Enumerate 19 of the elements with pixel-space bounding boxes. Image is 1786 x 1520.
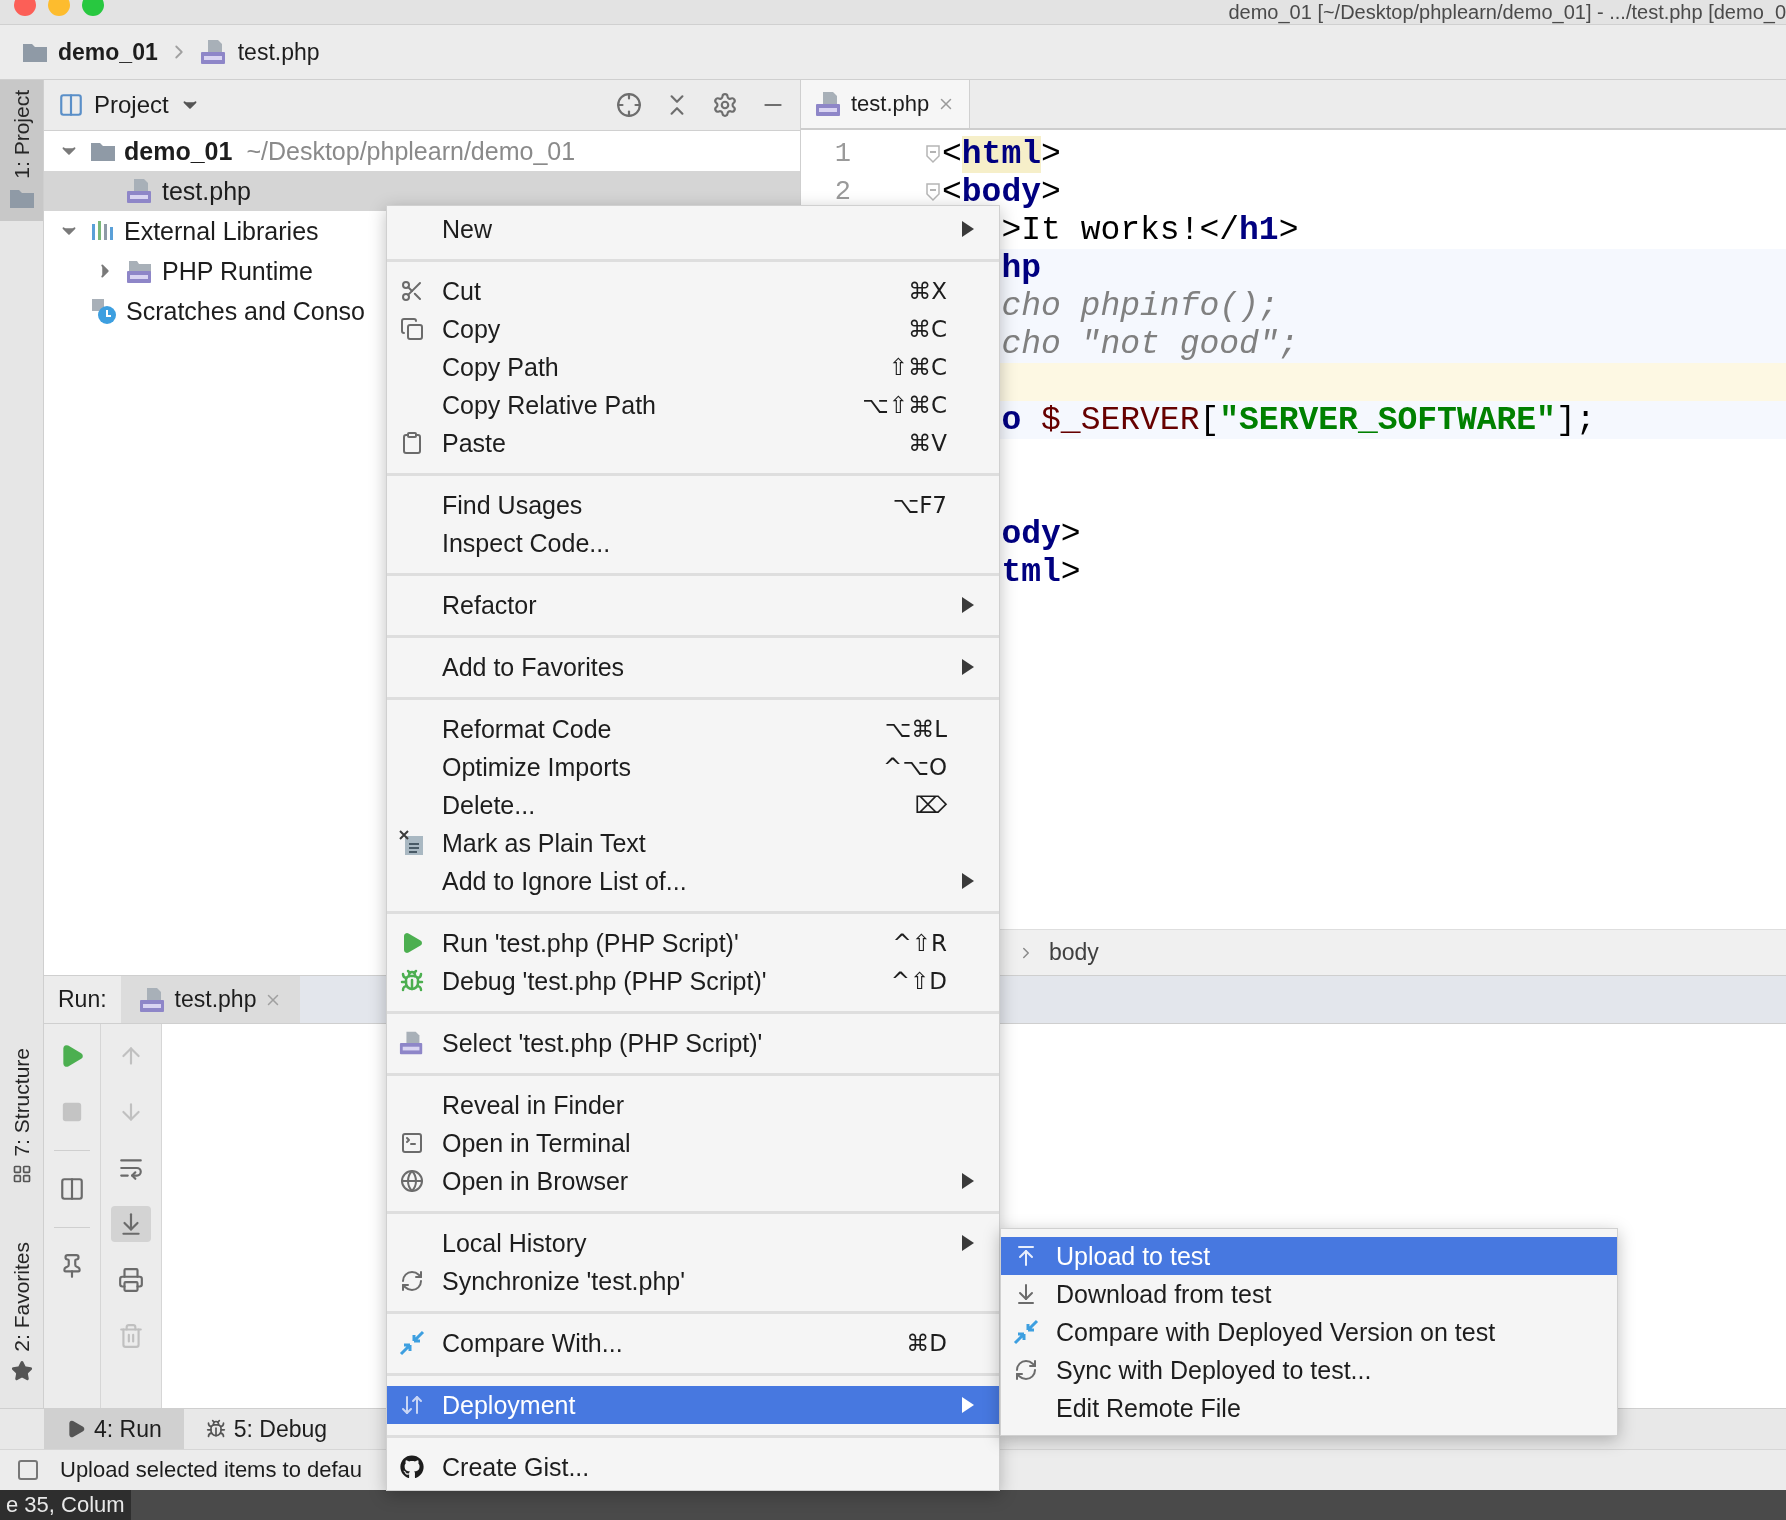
folder-path: ~/Desktop/phplearn/demo_01 [246,136,576,166]
status-message: Upload selected items to defau [60,1457,363,1483]
shortcut: ^⇧D [890,968,947,994]
line-number: 1 [833,139,851,169]
tree-item-label: test.php [162,176,251,206]
shortcut: ⌥F7 [892,492,947,518]
line-number: 2 [833,177,851,207]
tree-item-label: External Libraries [124,216,319,246]
tree-item-label: Scratches and Conso [126,296,366,326]
shortcut: ^⇧R [892,930,947,956]
tree-item-label: PHP Runtime [162,256,313,286]
window-title: demo_01 [~/Desktop/phplearn/demo_01] - .../test.php [demo_0 [1228,0,1786,24]
shortcut: ⌥⌘L [884,716,947,742]
tree-item-label: demo_01 [124,136,233,166]
position-label: e 35, Colum [0,1490,131,1520]
shortcut: ⌘D [906,1330,947,1356]
panel-title: Run: [44,976,121,1023]
shortcut: ^⌥O [883,754,947,780]
shortcut: ⌦ [914,792,947,818]
